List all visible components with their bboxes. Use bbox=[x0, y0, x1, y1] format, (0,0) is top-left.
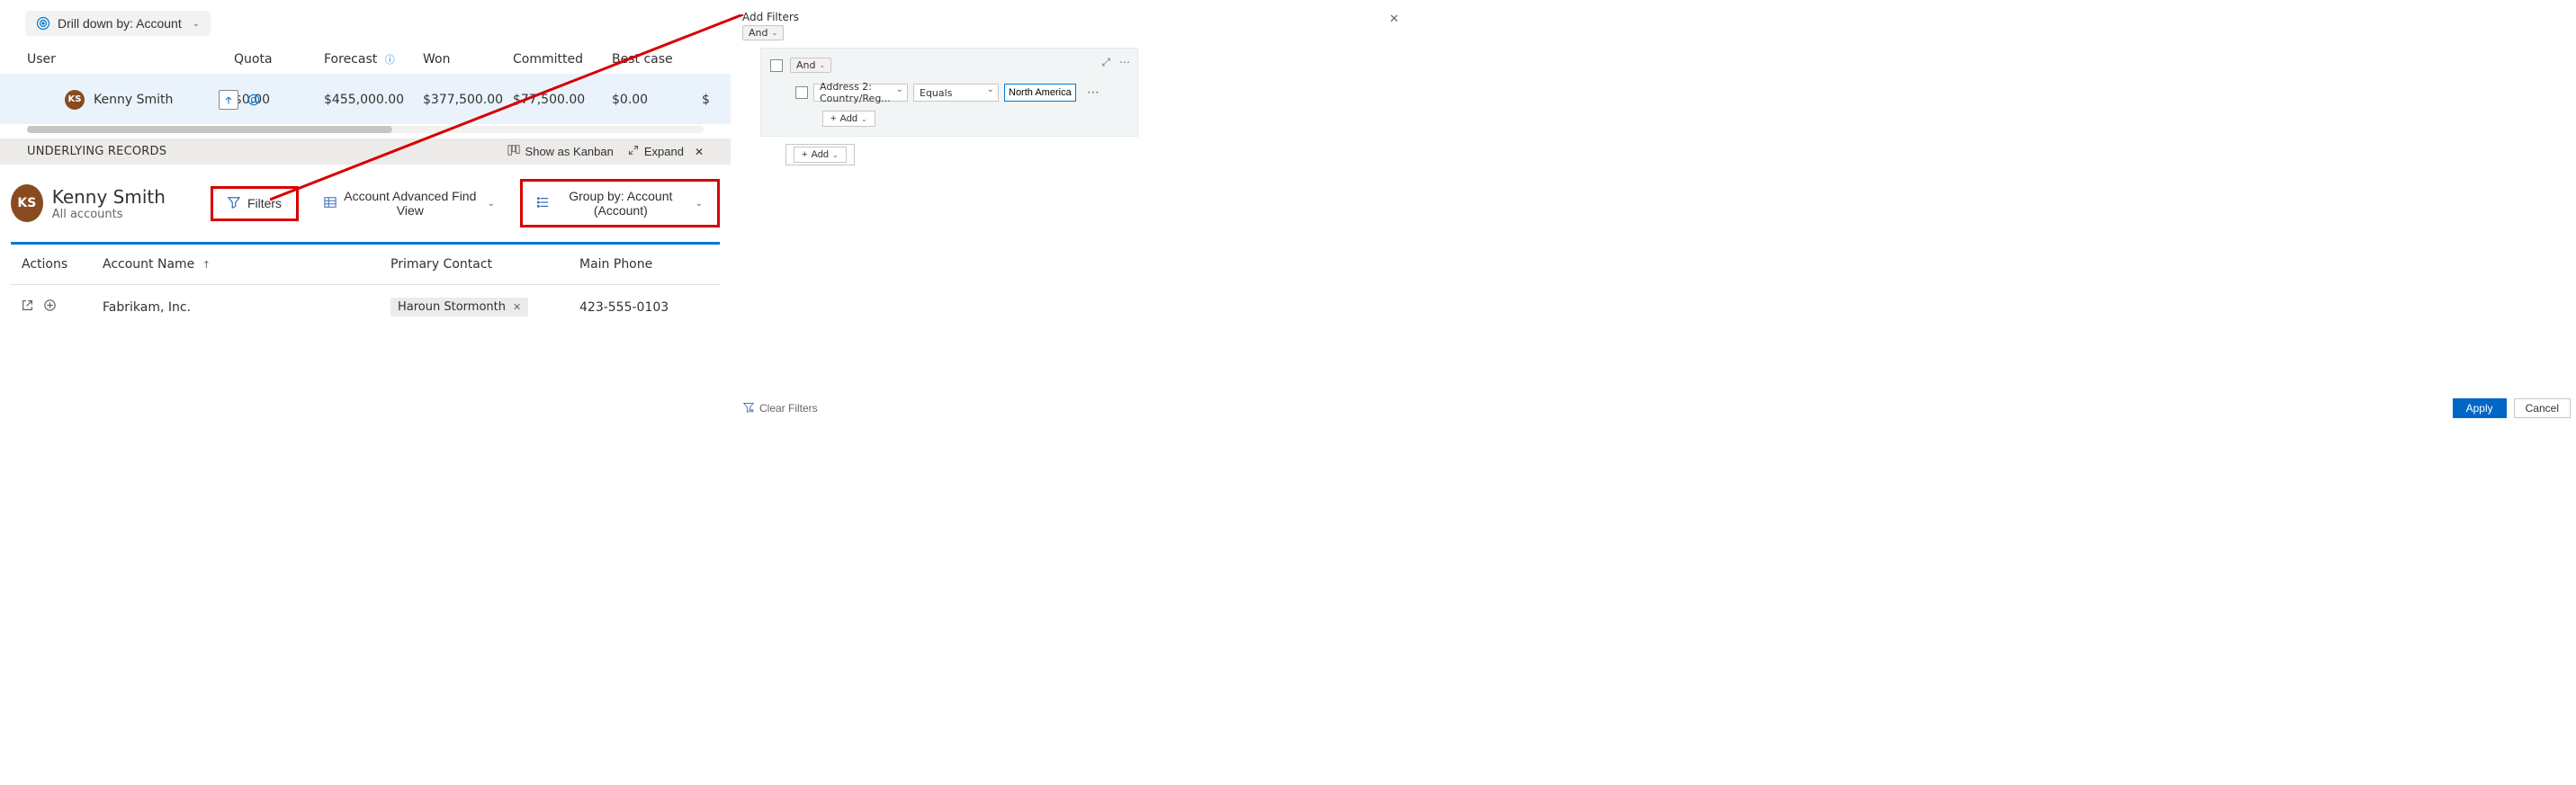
col-actions[interactable]: Actions bbox=[11, 245, 92, 285]
col-committed[interactable]: Committed bbox=[513, 52, 612, 67]
filters-button[interactable]: Filters bbox=[215, 191, 294, 217]
avatar-large: KS bbox=[11, 184, 43, 222]
scrollbar-thumb[interactable] bbox=[27, 126, 392, 133]
remove-chip-icon[interactable]: ✕ bbox=[513, 301, 521, 313]
add-record-icon[interactable] bbox=[44, 299, 56, 315]
logic-and-selector[interactable]: And ⌄ bbox=[742, 25, 784, 40]
col-main-phone[interactable]: Main Phone bbox=[569, 245, 720, 285]
row-more-icon[interactable]: ⋯ bbox=[1087, 85, 1100, 100]
open-record-icon[interactable] bbox=[22, 299, 33, 315]
sort-asc-icon: ↑ bbox=[202, 259, 211, 271]
chevron-down-icon: ⌄ bbox=[488, 199, 495, 209]
col-account-name[interactable]: Account Name ↑ bbox=[92, 245, 380, 285]
avatar: KS bbox=[65, 90, 85, 110]
add-group-button[interactable]: + Add ⌄ bbox=[794, 147, 847, 163]
col-won[interactable]: Won bbox=[423, 52, 513, 67]
cell-won: $377,500.00 bbox=[423, 93, 513, 107]
col-forecast[interactable]: Forecast ⓘ bbox=[324, 52, 423, 67]
contact-chip[interactable]: Haroun Stormonth ✕ bbox=[390, 298, 528, 317]
underlying-records-label: UNDERLYING RECORDS bbox=[27, 145, 166, 158]
cancel-button[interactable]: Cancel bbox=[2514, 398, 2571, 418]
group-by-button[interactable]: Group by: Account (Account) ⌄ bbox=[525, 183, 715, 223]
view-selector-button[interactable]: Account Advanced Find View ⌄ bbox=[311, 183, 507, 223]
target-icon bbox=[36, 16, 50, 31]
expand-icon bbox=[628, 145, 639, 158]
clear-filters-button[interactable]: Clear Filters bbox=[743, 402, 818, 415]
col-bestcase[interactable]: Best case bbox=[612, 52, 702, 67]
group-checkbox[interactable] bbox=[770, 59, 783, 72]
cell-forecast: $455,000.00 bbox=[324, 93, 423, 107]
clear-funnel-icon bbox=[743, 402, 754, 415]
info-icon[interactable]: ⓘ bbox=[385, 54, 395, 66]
user-name: Kenny Smith bbox=[94, 93, 173, 107]
col-user[interactable]: User bbox=[27, 52, 234, 67]
drill-down-label: Drill down by: Account bbox=[58, 16, 182, 31]
drill-down-button[interactable]: Drill down by: Account ⌄ bbox=[25, 11, 211, 36]
plus-icon: + bbox=[830, 113, 836, 124]
group-logic-selector[interactable]: And ⌄ bbox=[790, 58, 831, 73]
cell-phone: 423-555-0103 bbox=[569, 285, 720, 330]
condition-checkbox[interactable] bbox=[795, 86, 808, 99]
cell-account-name: Fabrikam, Inc. bbox=[92, 285, 380, 330]
table-row[interactable]: Fabrikam, Inc. Haroun Stormonth ✕ 423-55… bbox=[11, 285, 720, 330]
grid-icon bbox=[324, 196, 337, 211]
chevron-down-icon: ⌄ bbox=[696, 199, 703, 209]
grid-header: User Quota Forecast ⓘ Won Committed Best… bbox=[0, 45, 731, 74]
list-icon bbox=[537, 196, 550, 211]
cell-committed: $77,500.00 bbox=[513, 93, 612, 107]
filter-group: And ⌄ ⤢ ⋯ Address 2: Country/Reg... Equa… bbox=[760, 48, 1138, 137]
horizontal-scrollbar[interactable] bbox=[27, 126, 704, 133]
filter-operator-select[interactable]: Equals bbox=[913, 84, 999, 102]
plus-icon: + bbox=[802, 149, 807, 160]
chevron-down-icon: ⌄ bbox=[771, 29, 777, 37]
add-condition-button[interactable]: + Add ⌄ bbox=[822, 111, 875, 127]
target-row-icon[interactable] bbox=[244, 90, 264, 110]
apply-button[interactable]: Apply bbox=[2453, 398, 2507, 418]
kanban-icon bbox=[507, 144, 520, 159]
filter-condition-row: Address 2: Country/Reg... Equals ⋯ bbox=[795, 84, 1128, 102]
chevron-down-icon: ⌄ bbox=[193, 19, 200, 29]
col-primary-contact[interactable]: Primary Contact bbox=[380, 245, 569, 285]
close-filter-panel-icon[interactable]: ✕ bbox=[1389, 13, 1399, 26]
chevron-down-icon: ⌄ bbox=[819, 61, 825, 69]
share-icon[interactable] bbox=[219, 90, 238, 110]
more-icon[interactable]: ⋯ bbox=[1119, 56, 1130, 69]
close-icon[interactable]: ✕ bbox=[695, 146, 704, 158]
grid-row[interactable]: KS Kenny Smith $0.00 $455,000.00 $377,50… bbox=[0, 74, 731, 124]
filter-field-select[interactable]: Address 2: Country/Reg... bbox=[813, 84, 908, 102]
col-quota[interactable]: Quota bbox=[234, 52, 324, 67]
record-subtitle: All accounts bbox=[52, 208, 166, 221]
add-filters-title: Add Filters bbox=[742, 11, 1399, 23]
funnel-icon bbox=[228, 196, 240, 211]
records-table: Actions Account Name ↑ Primary Contact M… bbox=[11, 245, 720, 329]
chevron-down-icon: ⌄ bbox=[832, 151, 839, 159]
chevron-down-icon: ⌄ bbox=[861, 115, 867, 123]
show-as-kanban-button[interactable]: Show as Kanban bbox=[507, 144, 614, 159]
cell-bestcase: $0.00 bbox=[612, 93, 702, 107]
collapse-icon[interactable]: ⤢ bbox=[1101, 56, 1110, 69]
record-title: Kenny Smith bbox=[52, 186, 166, 208]
filter-value-input[interactable] bbox=[1004, 84, 1076, 102]
expand-button[interactable]: Expand bbox=[628, 145, 684, 158]
